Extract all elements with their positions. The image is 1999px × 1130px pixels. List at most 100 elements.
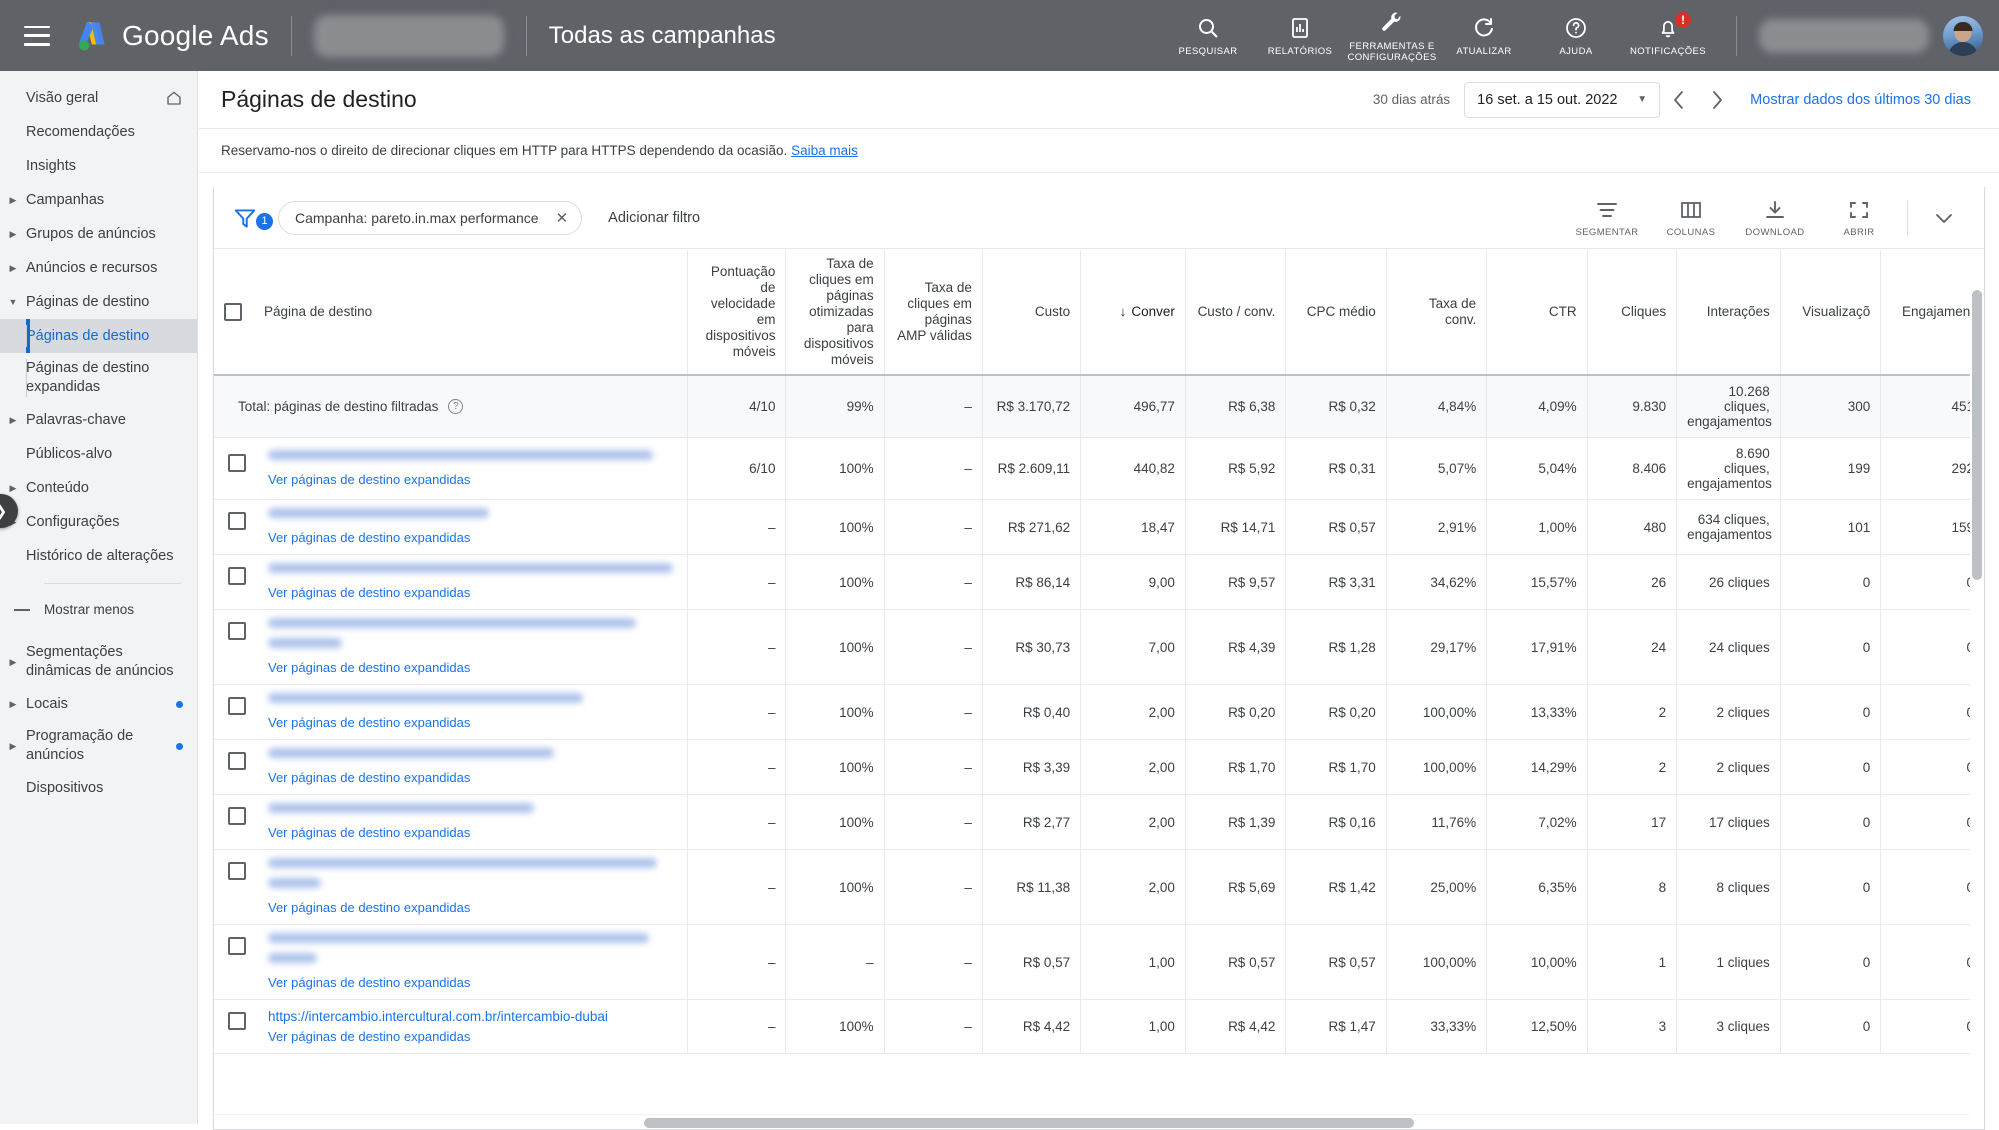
total-views: 300 <box>1780 375 1880 438</box>
date-range-picker[interactable]: 16 set. a 15 out. 2022 ▼ <box>1464 82 1660 118</box>
row-ctr: 1,00% <box>1487 500 1587 555</box>
sidebar-item-publicos-alvo[interactable]: Públicos-alvo <box>0 437 197 471</box>
row-checkbox[interactable] <box>228 937 246 955</box>
row-checkbox[interactable] <box>228 454 246 472</box>
col-header-ctr[interactable]: CTR <box>1487 250 1587 375</box>
google-ads-logo[interactable]: Google Ads <box>74 19 269 53</box>
col-header-conv-rate[interactable]: Taxa de conv. <box>1386 250 1486 375</box>
avatar[interactable] <box>1943 16 1983 56</box>
previous-period-button[interactable] <box>1660 81 1698 119</box>
col-header-name[interactable]: Página de destino <box>214 250 688 375</box>
col-header-amp[interactable]: Taxa de cliques em páginas AMP válidas <box>884 250 982 375</box>
row-amp: – <box>884 555 982 610</box>
filter-chip-campaign[interactable]: Campanha: pareto.in.max performance ✕ <box>278 201 582 235</box>
view-expanded-landing-pages-link[interactable]: Ver páginas de destino expandidas <box>268 715 677 731</box>
help-button[interactable]: AJUDA <box>1530 14 1622 57</box>
table-row[interactable]: Ver páginas de destino expandidas–100%–R… <box>214 850 1984 925</box>
view-expanded-landing-pages-link[interactable]: Ver páginas de destino expandidas <box>268 585 677 601</box>
sidebar-item-segmentacoes-dinamicas[interactable]: ▶ Segmentações dinâmicas de anúncios <box>0 637 197 687</box>
row-checkbox[interactable] <box>228 752 246 770</box>
view-expanded-landing-pages-link[interactable]: Ver páginas de destino expandidas <box>268 660 677 676</box>
refresh-button[interactable]: ATUALIZAR <box>1438 14 1530 57</box>
row-engagement: 159 <box>1881 500 1984 555</box>
download-button[interactable]: DOWNLOAD <box>1733 197 1817 238</box>
col-header-avg-cpc[interactable]: CPC médio <box>1286 250 1386 375</box>
view-expanded-landing-pages-link[interactable]: Ver páginas de destino expandidas <box>268 825 677 841</box>
col-header-speed[interactable]: Pontuação de velocidade em dispositivos … <box>688 250 786 375</box>
table-row[interactable]: Ver páginas de destino expandidas–––R$ 0… <box>214 925 1984 1000</box>
close-icon[interactable]: ✕ <box>551 209 574 227</box>
view-expanded-landing-pages-link[interactable]: Ver páginas de destino expandidas <box>268 975 677 991</box>
view-expanded-landing-pages-link[interactable]: Ver páginas de destino expandidas <box>268 1029 677 1045</box>
show-less-button[interactable]: Mostrar menos <box>0 594 197 625</box>
col-header-cost-per-conv[interactable]: Custo / conv. <box>1185 250 1285 375</box>
row-checkbox[interactable] <box>228 862 246 880</box>
horizontal-scrollbar[interactable] <box>214 1114 1970 1129</box>
table-row[interactable]: Ver páginas de destino expandidas–100%–R… <box>214 500 1984 555</box>
sidebar-item-paginas-de-destino-group[interactable]: ▼ Páginas de destino <box>0 285 197 319</box>
sidebar-item-historico-de-alteracoes[interactable]: Histórico de alterações <box>0 539 197 573</box>
segment-button[interactable]: SEGMENTAR <box>1565 197 1649 238</box>
reports-button[interactable]: RELATÓRIOS <box>1254 14 1346 57</box>
tools-settings-button[interactable]: FERRAMENTAS E CONFIGURAÇÕES <box>1346 9 1438 63</box>
horizontal-scroll-thumb[interactable] <box>644 1118 1414 1128</box>
sidebar-item-recomendacoes[interactable]: Recomendações <box>0 115 197 149</box>
view-expanded-landing-pages-link[interactable]: Ver páginas de destino expandidas <box>268 900 677 916</box>
view-expanded-landing-pages-link[interactable]: Ver páginas de destino expandidas <box>268 530 677 546</box>
sidebar-item-paginas-de-destino-expandidas[interactable]: Páginas de destino expandidas <box>0 353 197 403</box>
next-period-button[interactable] <box>1698 81 1736 119</box>
table-row[interactable]: Ver páginas de destino expandidas–100%–R… <box>214 685 1984 740</box>
help-circle-icon[interactable]: ? <box>448 399 463 414</box>
row-url[interactable]: https://intercambio.intercultural.com.br… <box>268 1008 677 1025</box>
refresh-label: ATUALIZAR <box>1456 46 1511 57</box>
col-header-conversions[interactable]: ↓Conver <box>1081 250 1186 375</box>
sidebar-item-grupos-de-anuncios[interactable]: ▶ Grupos de anúncios <box>0 217 197 251</box>
expand-panel-toggle[interactable] <box>1922 211 1966 225</box>
row-checkbox[interactable] <box>228 807 246 825</box>
view-expanded-landing-pages-link[interactable]: Ver páginas de destino expandidas <box>268 472 677 488</box>
table-row[interactable]: Ver páginas de destino expandidas–100%–R… <box>214 795 1984 850</box>
sidebar-item-locais[interactable]: ▶ Locais <box>0 687 197 721</box>
vertical-scroll-thumb[interactable] <box>1972 290 1982 580</box>
row-amp: – <box>884 925 982 1000</box>
hamburger-icon[interactable] <box>24 26 50 46</box>
sidebar-item-anuncios-e-recursos[interactable]: ▶ Anúncios e recursos <box>0 251 197 285</box>
row-checkbox[interactable] <box>228 622 246 640</box>
add-filter-button[interactable]: Adicionar filtro <box>608 210 700 226</box>
row-amp: – <box>884 500 982 555</box>
learn-more-link[interactable]: Saiba mais <box>791 143 858 158</box>
sidebar-item-configuracoes[interactable]: ▶ Configurações <box>0 505 197 539</box>
col-header-engagement[interactable]: Engajament <box>1881 250 1984 375</box>
sidebar-item-dispositivos[interactable]: Dispositivos <box>0 771 197 805</box>
sidebar-item-campanhas[interactable]: ▶ Campanhas <box>0 183 197 217</box>
view-expanded-landing-pages-link[interactable]: Ver páginas de destino expandidas <box>268 770 677 786</box>
search-button[interactable]: PESQUISAR <box>1162 14 1254 57</box>
filter-button[interactable]: 1 <box>232 205 278 231</box>
row-checkbox[interactable] <box>228 697 246 715</box>
table-row[interactable]: Ver páginas de destino expandidas–100%–R… <box>214 740 1984 795</box>
col-header-cost[interactable]: Custo <box>982 250 1080 375</box>
row-checkbox[interactable] <box>228 512 246 530</box>
select-all-checkbox[interactable] <box>224 303 242 321</box>
sidebar-item-insights[interactable]: Insights <box>0 149 197 183</box>
vertical-scrollbar[interactable] <box>1970 250 1984 1113</box>
table-row[interactable]: Ver páginas de destino expandidas–100%–R… <box>214 610 1984 685</box>
sidebar-item-conteudo[interactable]: ▶ Conteúdo <box>0 471 197 505</box>
row-checkbox[interactable] <box>228 1012 246 1030</box>
notifications-button[interactable]: ! NOTIFICAÇÕES <box>1622 14 1714 57</box>
table-row[interactable]: Ver páginas de destino expandidas–100%–R… <box>214 555 1984 610</box>
col-header-clicks[interactable]: Cliques <box>1587 250 1677 375</box>
sidebar-item-visao-geral[interactable]: Visão geral <box>0 81 197 115</box>
table-row[interactable]: Ver páginas de destino expandidas6/10100… <box>214 438 1984 500</box>
col-header-interactions[interactable]: Interações <box>1677 250 1781 375</box>
col-header-views[interactable]: Visualizaçõ <box>1780 250 1880 375</box>
sidebar-item-programacao-de-anuncios[interactable]: ▶ Programação de anúncios <box>0 721 197 771</box>
show-last-30-days-link[interactable]: Mostrar dados dos últimos 30 dias <box>1750 92 1971 108</box>
col-header-mobile-optimized[interactable]: Taxa de cliques em páginas otimizadas pa… <box>786 250 884 375</box>
fullscreen-button[interactable]: ABRIR <box>1817 197 1901 238</box>
row-checkbox[interactable] <box>228 567 246 585</box>
table-row[interactable]: https://intercambio.intercultural.com.br… <box>214 1000 1984 1054</box>
columns-button[interactable]: COLUNAS <box>1649 197 1733 238</box>
sidebar-item-paginas-de-destino[interactable]: Páginas de destino <box>0 319 197 353</box>
sidebar-item-palavras-chave[interactable]: ▶ Palavras-chave <box>0 403 197 437</box>
